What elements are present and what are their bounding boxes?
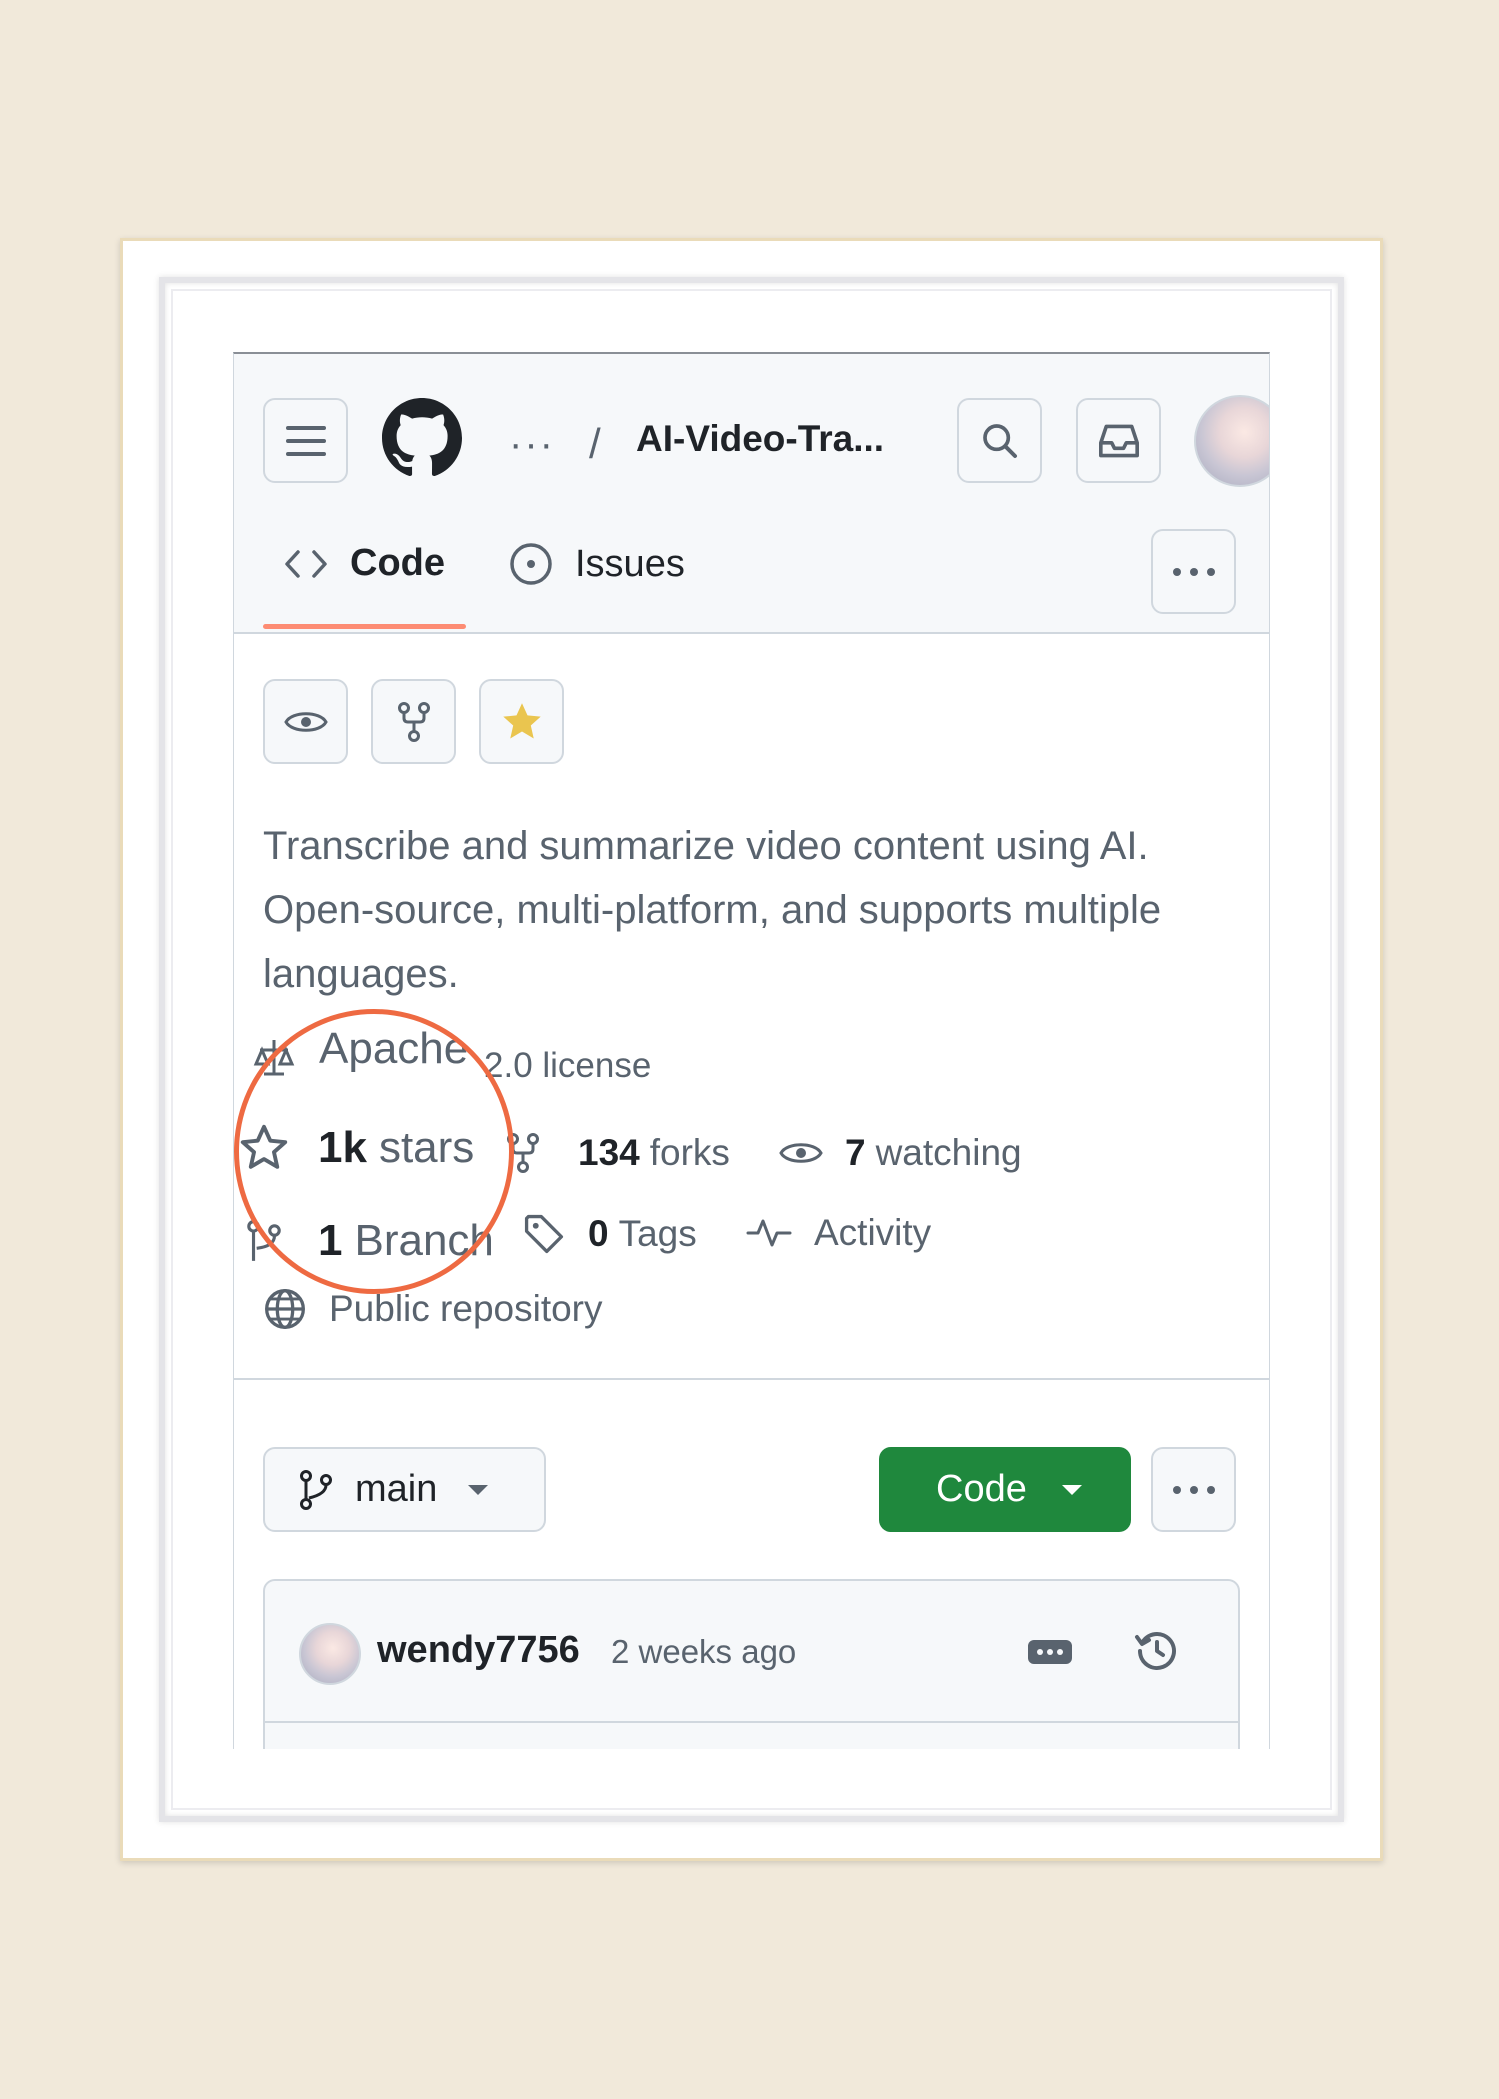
pulse-icon bbox=[746, 1219, 792, 1247]
fork-button[interactable] bbox=[371, 679, 456, 764]
top-bar: ··· / AI-Video-Tra... Code Issues bbox=[234, 354, 1269, 634]
branch-name: main bbox=[355, 1468, 438, 1510]
hamburger-icon bbox=[285, 425, 326, 456]
inbox-icon bbox=[1098, 424, 1139, 457]
repo-description: Transcribe and summarize video content u… bbox=[263, 824, 1162, 996]
forks-label: forks bbox=[649, 1132, 730, 1173]
eye-icon bbox=[283, 711, 328, 732]
repo-name-link[interactable]: AI-Video-Tra... bbox=[636, 418, 884, 460]
latest-commit-box: wendy7756 2 weeks ago bbox=[263, 1579, 1240, 1749]
watch-button[interactable] bbox=[263, 679, 348, 764]
watching-count: 7 bbox=[845, 1132, 866, 1173]
active-tab-indicator bbox=[263, 624, 466, 629]
triangle-down-icon bbox=[468, 1484, 489, 1495]
commit-box-divider bbox=[265, 1721, 1238, 1723]
kebab-horizontal-icon bbox=[1172, 567, 1215, 576]
visibility-label: Public repository bbox=[329, 1288, 603, 1329]
history-icon[interactable] bbox=[1133, 1627, 1181, 1675]
triangle-down-icon bbox=[1061, 1484, 1082, 1495]
forks-count: 134 bbox=[578, 1132, 640, 1173]
tab-code[interactable]: Code bbox=[284, 542, 445, 585]
commit-time: 2 weeks ago bbox=[611, 1633, 797, 1670]
star-fill-icon bbox=[502, 702, 541, 738]
search-icon bbox=[982, 423, 1017, 458]
section-divider bbox=[234, 1378, 1269, 1380]
git-branch-icon bbox=[300, 1469, 332, 1510]
tags-link[interactable]: 0 Tags bbox=[522, 1212, 697, 1256]
commit-author[interactable]: wendy7756 bbox=[377, 1629, 580, 1672]
visibility-row: Public repository bbox=[263, 1287, 603, 1331]
code-button-label: Code bbox=[936, 1468, 1027, 1510]
activity-label: Activity bbox=[814, 1212, 932, 1253]
tab-issues[interactable]: Issues bbox=[509, 542, 685, 586]
watching-label: watching bbox=[875, 1132, 1022, 1173]
tab-code-label: Code bbox=[350, 542, 445, 584]
tab-issues-label: Issues bbox=[575, 542, 685, 585]
ellipsis-icon[interactable] bbox=[1027, 1639, 1073, 1665]
license-suffix[interactable]: 2.0 license bbox=[484, 1046, 651, 1086]
branch-selector[interactable]: main bbox=[263, 1447, 546, 1532]
kebab-horizontal-icon bbox=[1172, 1485, 1215, 1494]
eye-icon bbox=[779, 1143, 823, 1163]
menu-button[interactable] bbox=[263, 398, 348, 483]
annotation-circle bbox=[234, 1009, 514, 1294]
activity-link[interactable]: Activity bbox=[746, 1212, 931, 1254]
tag-icon bbox=[524, 1214, 564, 1254]
github-repo-screenshot: ··· / AI-Video-Tra... Code Issues Transc… bbox=[233, 352, 1270, 1749]
breadcrumb-more[interactable]: ··· bbox=[509, 422, 555, 467]
tags-label: Tags bbox=[618, 1213, 697, 1254]
search-button[interactable] bbox=[957, 398, 1042, 483]
issue-opened-icon bbox=[510, 543, 552, 585]
watching-link[interactable]: 7 watching bbox=[779, 1132, 1022, 1174]
globe-icon bbox=[265, 1289, 305, 1329]
repo-forked-icon bbox=[397, 701, 430, 742]
inbox-button[interactable] bbox=[1076, 398, 1161, 483]
code-icon bbox=[285, 549, 327, 578]
forks-link[interactable]: 134 forks bbox=[506, 1132, 730, 1174]
github-logo-icon[interactable] bbox=[382, 398, 462, 478]
user-avatar[interactable] bbox=[1194, 395, 1269, 487]
more-options-button[interactable] bbox=[1151, 1447, 1236, 1532]
tags-count: 0 bbox=[588, 1213, 609, 1254]
star-button[interactable] bbox=[479, 679, 564, 764]
code-button[interactable]: Code bbox=[879, 1447, 1131, 1532]
tabs-more-button[interactable] bbox=[1151, 529, 1236, 614]
commit-author-avatar[interactable] bbox=[299, 1623, 361, 1685]
breadcrumb-separator: / bbox=[589, 420, 601, 467]
